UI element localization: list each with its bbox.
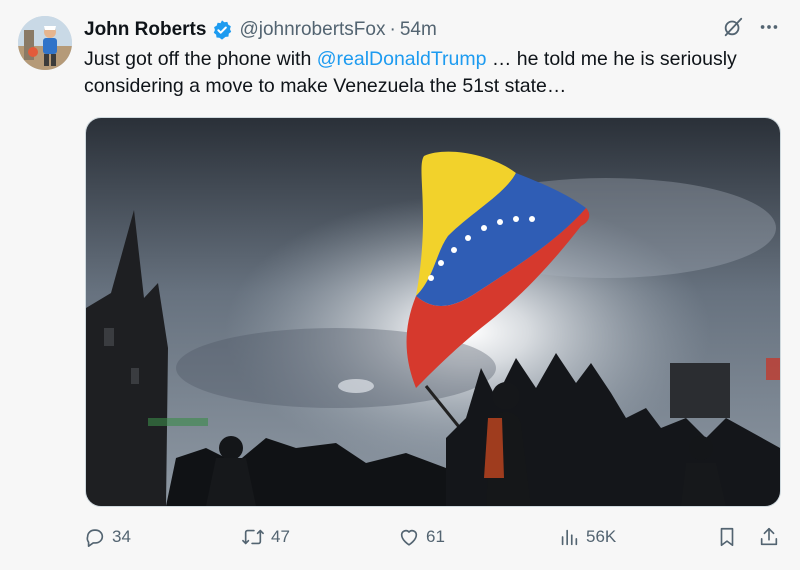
author-name[interactable]: John Roberts [84,19,206,41]
action-bar: 34 47 61 56K [84,526,784,552]
timestamp[interactable]: 54m [400,19,437,41]
tweet-header: John Roberts @johnrobertsFox · 54m [84,17,437,43]
tweet-text: Just got off the phone with @realDonaldT… [84,46,784,100]
reply-button[interactable]: 34 [84,526,131,548]
verified-badge-icon [211,19,233,41]
tweet-photo[interactable] [85,117,781,507]
bookmark-button[interactable] [716,526,738,548]
grok-icon[interactable] [722,16,744,38]
avatar[interactable] [18,16,72,70]
header-separator: · [389,19,396,40]
reply-icon [84,526,106,548]
share-icon [758,526,780,548]
views-count: 56K [586,527,617,546]
views-icon [558,526,580,548]
author-handle[interactable]: @johnrobertsFox [239,19,385,41]
more-icon[interactable] [758,16,780,38]
share-button[interactable] [758,526,780,548]
retweet-button[interactable]: 47 [241,526,290,548]
retweet-icon [241,526,265,548]
like-button[interactable]: 61 [398,526,445,548]
heart-icon [398,526,420,548]
tweet-text-before: Just got off the phone with [84,48,317,70]
bookmark-icon [716,526,738,548]
tweet-card: John Roberts @johnrobertsFox · 54m Just … [0,0,800,570]
retweet-count: 47 [271,527,290,546]
like-count: 61 [426,527,445,546]
top-right-actions [722,16,780,38]
views-button[interactable]: 56K [558,526,616,548]
reply-count: 34 [112,527,131,546]
mention-link[interactable]: @realDonaldTrump [317,48,487,70]
